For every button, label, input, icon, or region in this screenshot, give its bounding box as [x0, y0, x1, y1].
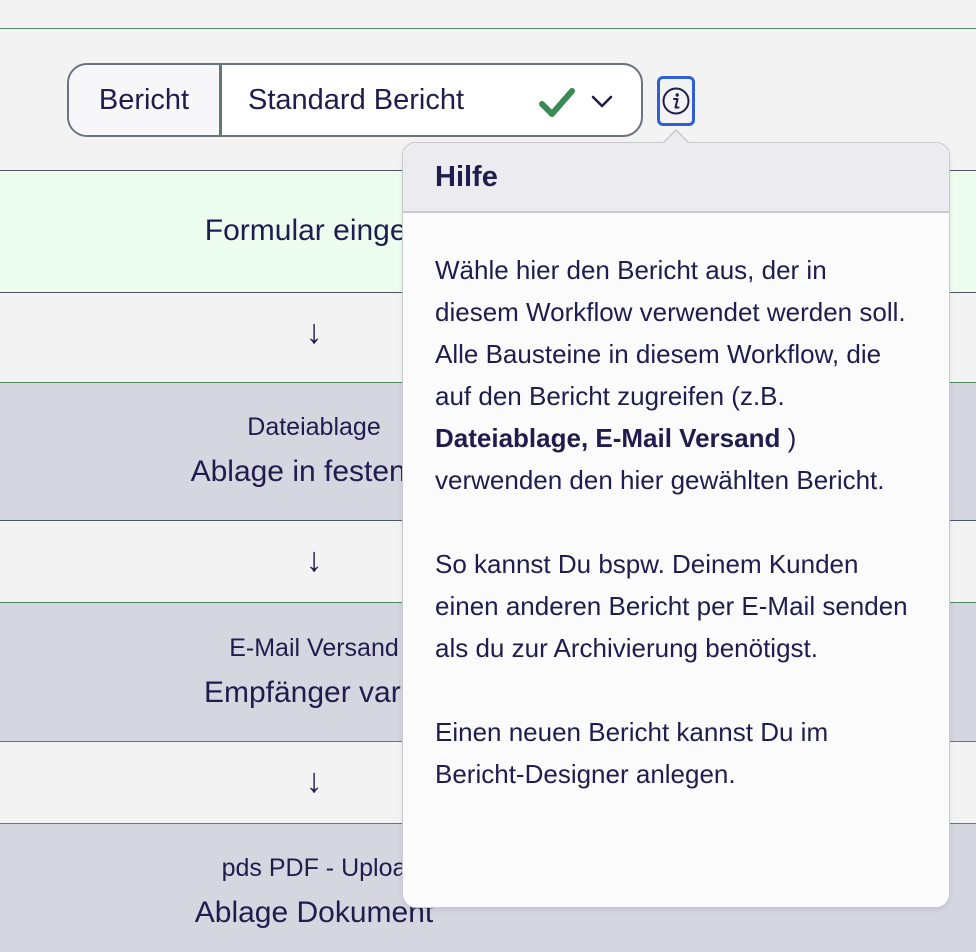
- popover-pointer-inner: [663, 131, 689, 144]
- report-select-value-text: Standard Bericht: [248, 83, 465, 116]
- popover-paragraph: Einen neuen Bericht kannst Du im Bericht…: [435, 717, 829, 789]
- top-divider: [0, 28, 976, 29]
- popover-paragraph: So kannst Du bspw. Deinem Kunden einen a…: [435, 549, 908, 663]
- info-icon: [662, 87, 690, 115]
- info-button[interactable]: [657, 76, 695, 126]
- report-select[interactable]: Bericht Standard Bericht: [67, 63, 643, 137]
- popover-body: Wähle hier den Bericht aus, der in diese…: [403, 213, 949, 795]
- chevron-down-icon[interactable]: [591, 95, 613, 109]
- popover-text: Wähle hier den Bericht aus, der in diese…: [435, 255, 906, 411]
- popover-paragraph: Wähle hier den Bericht aus, der in diese…: [435, 249, 917, 501]
- popover-title: Hilfe: [403, 143, 949, 213]
- help-popover: Hilfe Wähle hier den Bericht aus, der in…: [402, 142, 950, 908]
- report-select-label: Bericht: [69, 65, 221, 135]
- popover-bold-text: Dateiablage, E-Mail Versand: [435, 423, 781, 453]
- report-select-value[interactable]: Standard Bericht: [221, 65, 641, 135]
- check-icon: [539, 88, 575, 117]
